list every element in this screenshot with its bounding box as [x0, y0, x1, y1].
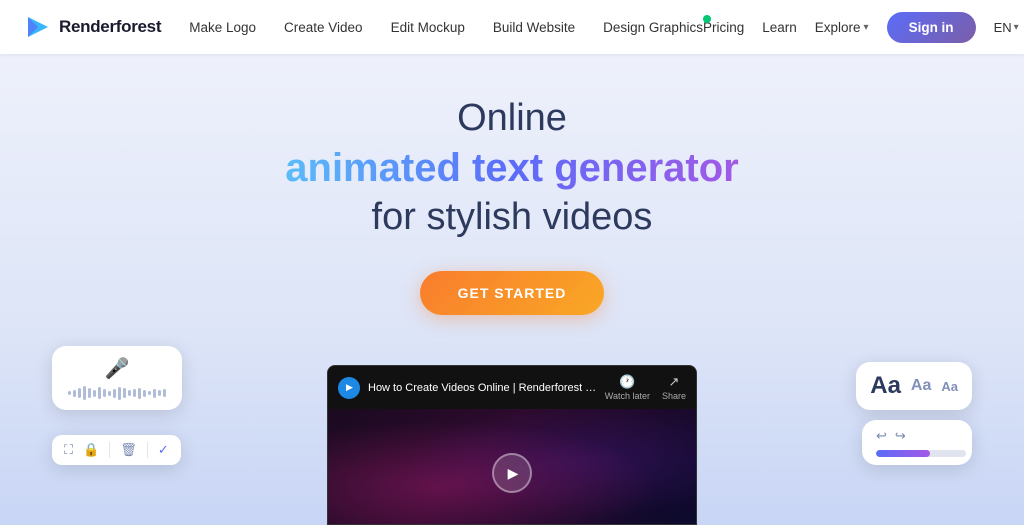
lock-icon[interactable]: 🔒 — [83, 442, 99, 458]
logo-icon — [24, 13, 52, 41]
nav-create-video[interactable]: Create Video — [284, 20, 363, 35]
hero-line3: for stylish videos — [372, 196, 653, 239]
watch-later-action[interactable]: 🕐 Watch later — [605, 374, 650, 401]
font-size-small[interactable]: Aa — [941, 379, 958, 394]
share-icon: ↗ — [669, 374, 680, 390]
font-size-medium[interactable]: Aa — [911, 377, 931, 395]
toolbar-divider2 — [147, 442, 148, 458]
progress-bar-background — [876, 450, 966, 457]
undo-icon[interactable]: ↩ — [876, 428, 887, 444]
get-started-button[interactable]: GET STARTED — [420, 271, 605, 315]
video-title: How to Create Videos Online | Renderfore… — [368, 382, 597, 394]
new-badge-dot — [703, 15, 711, 23]
nav-make-logo[interactable]: Make Logo — [189, 20, 256, 35]
nav-design-graphics[interactable]: Design Graphics — [603, 20, 703, 35]
arrows-row: ↩ ↪ — [876, 428, 906, 444]
video-header: How to Create Videos Online | Renderfore… — [328, 366, 696, 409]
hero-section: Online animated text generator for styli… — [0, 54, 1024, 525]
nav-learn[interactable]: Learn — [762, 20, 797, 35]
trash-icon[interactable]: 🗑 — [120, 442, 137, 458]
mic-icon: 🎤 — [105, 356, 130, 381]
share-label: Share — [662, 391, 686, 401]
signin-button[interactable]: Sign in — [887, 12, 976, 43]
video-actions: 🕐 Watch later ↗ Share — [605, 374, 686, 401]
clock-icon: 🕐 — [619, 374, 635, 390]
nav-links: Make Logo Create Video Edit Mockup Build… — [189, 20, 703, 35]
mic-widget: 🎤 — [52, 346, 182, 410]
arrows-widget: ↩ ↪ — [862, 420, 972, 465]
hero-line1: Online — [457, 96, 567, 142]
video-center-play-button[interactable] — [492, 453, 532, 493]
video-section: How to Create Videos Online | Renderfore… — [327, 365, 697, 525]
progress-bar-fill — [876, 450, 930, 457]
font-size-large[interactable]: Aa — [870, 372, 901, 400]
video-play-button[interactable] — [338, 377, 360, 399]
redo-icon[interactable]: ↪ — [895, 428, 906, 444]
brand-logo[interactable]: Renderforest — [24, 13, 161, 41]
toolbar-widget: ⛶ 🔒 🗑 ✓ — [52, 435, 181, 465]
fonts-widget: Aa Aa Aa — [856, 362, 972, 410]
nav-explore[interactable]: Explore ▾ — [815, 20, 869, 35]
hero-line2: animated text generator — [285, 142, 738, 194]
lang-chevron-icon: ▾ — [1014, 22, 1019, 33]
share-action[interactable]: ↗ Share — [662, 374, 686, 401]
brand-name: Renderforest — [59, 17, 161, 37]
video-body[interactable] — [328, 409, 696, 525]
toolbar-divider — [109, 442, 110, 458]
nav-build-website[interactable]: Build Website — [493, 20, 575, 35]
explore-chevron-icon: ▾ — [864, 22, 869, 33]
video-thumbnail[interactable]: How to Create Videos Online | Renderfore… — [327, 365, 697, 525]
nav-edit-mockup[interactable]: Edit Mockup — [391, 20, 465, 35]
watch-later-label: Watch later — [605, 391, 650, 401]
mic-waveform — [68, 386, 166, 400]
lang-selector[interactable]: EN ▾ — [994, 20, 1019, 35]
navbar: Renderforest Make Logo Create Video Edit… — [0, 0, 1024, 54]
nav-right: Pricing Learn Explore ▾ Sign in EN ▾ — [703, 12, 1019, 43]
check-icon[interactable]: ✓ — [158, 442, 169, 458]
crop-icon[interactable]: ⛶ — [64, 442, 73, 458]
